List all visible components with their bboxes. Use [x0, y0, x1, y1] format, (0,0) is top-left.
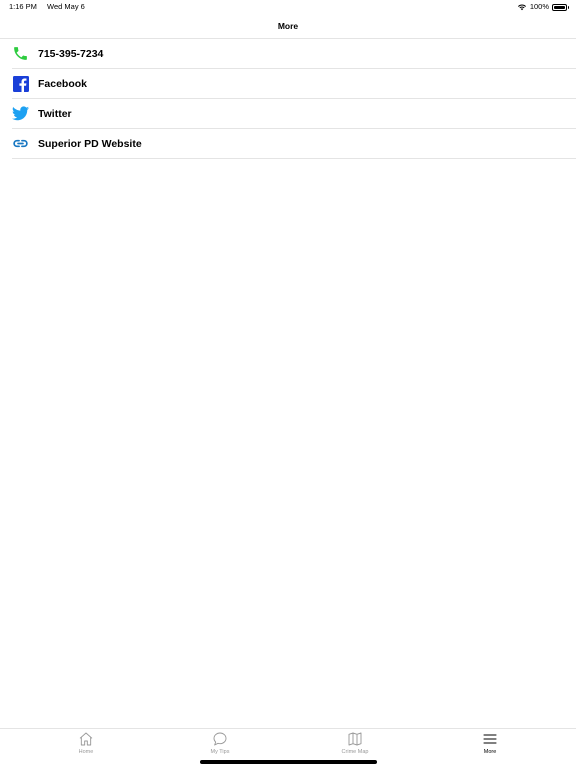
chat-bubble-icon — [213, 732, 227, 746]
menu-icon — [483, 734, 497, 744]
link-icon — [12, 135, 29, 152]
map-icon — [348, 732, 362, 746]
more-screen: 1:16 PM Wed May 6 100% More 715-395-7234… — [0, 0, 576, 768]
status-left: 1:16 PM Wed May 6 — [9, 0, 85, 14]
home-indicator — [200, 760, 377, 764]
facebook-label: Facebook — [38, 77, 88, 90]
tab-more[interactable]: More — [460, 731, 520, 755]
battery-icon — [552, 3, 569, 11]
status-date: Wed May 6 — [47, 2, 85, 11]
phone-number-label: 715-395-7234 — [38, 47, 104, 60]
more-list: 715-395-7234 Facebook Twitter Superior P… — [0, 39, 576, 159]
tab-my-tips[interactable]: My Tips — [190, 731, 250, 755]
page-title: More — [277, 21, 299, 31]
status-time: 1:16 PM — [9, 2, 37, 11]
list-item-facebook[interactable]: Facebook — [12, 69, 576, 99]
website-label: Superior PD Website — [38, 137, 142, 150]
nav-bar: More — [0, 14, 576, 39]
twitter-icon — [12, 105, 29, 122]
phone-icon — [12, 45, 29, 62]
list-item-website[interactable]: Superior PD Website — [12, 129, 576, 159]
tab-my-tips-label: My Tips — [210, 749, 230, 755]
tab-more-label: More — [483, 749, 497, 755]
status-right: 100% — [517, 0, 569, 14]
twitter-label: Twitter — [38, 107, 72, 120]
tab-crime-map-label: Crime Map — [341, 749, 369, 755]
wifi-icon — [517, 4, 526, 11]
status-bar: 1:16 PM Wed May 6 100% — [0, 0, 576, 14]
facebook-icon — [12, 75, 29, 92]
home-icon — [79, 732, 93, 746]
tab-home[interactable]: Home — [56, 731, 116, 755]
battery-percent: 100% — [529, 2, 549, 11]
tab-crime-map[interactable]: Crime Map — [325, 731, 385, 755]
battery-fill — [554, 5, 565, 9]
tab-home-label: Home — [78, 749, 94, 755]
list-item-twitter[interactable]: Twitter — [12, 99, 576, 129]
list-item-phone[interactable]: 715-395-7234 — [12, 39, 576, 69]
